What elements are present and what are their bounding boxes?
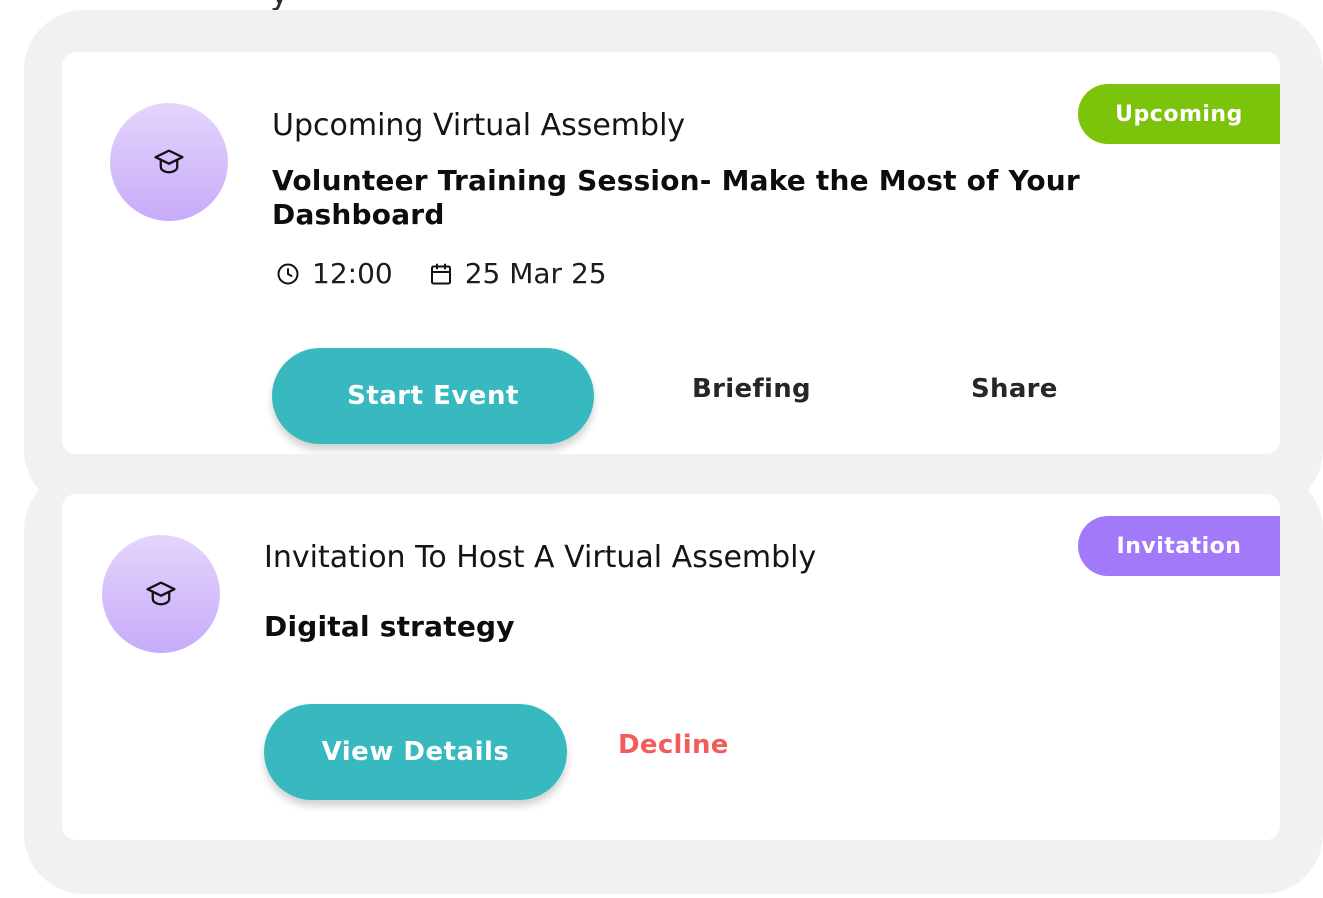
event-kind: Invitation To Host A Virtual Assembly bbox=[264, 540, 817, 575]
event-title: Digital strategy bbox=[264, 610, 515, 643]
graduation-cap-icon bbox=[146, 581, 176, 606]
decline-button[interactable]: Decline bbox=[618, 730, 729, 760]
briefing-button[interactable]: Briefing bbox=[692, 374, 811, 404]
status-badge-upcoming: Upcoming bbox=[1078, 84, 1280, 144]
event-kind: Upcoming Virtual Assembly bbox=[272, 108, 686, 143]
status-badge-invitation: Invitation bbox=[1078, 516, 1280, 576]
start-event-button[interactable]: Start Event bbox=[272, 348, 594, 444]
event-time-label: 12:00 bbox=[312, 257, 393, 290]
graduation-cap-icon bbox=[154, 149, 184, 174]
event-date: 25 Mar 25 bbox=[429, 257, 607, 290]
event-title: Volunteer Training Session- Make the Mos… bbox=[272, 164, 1080, 231]
event-card-upcoming: Upcoming Virtual Assembly Volunteer Trai… bbox=[62, 52, 1280, 454]
event-meta: 12:00 25 Mar 25 bbox=[276, 257, 607, 290]
event-avatar bbox=[102, 535, 220, 653]
event-date-label: 25 Mar 25 bbox=[464, 257, 607, 290]
view-details-button[interactable]: View Details bbox=[264, 704, 567, 800]
clock-icon bbox=[277, 263, 299, 284]
event-card-invitation: Invitation To Host A Virtual Assembly Di… bbox=[62, 494, 1280, 840]
share-button[interactable]: Share bbox=[971, 374, 1058, 404]
event-avatar bbox=[110, 103, 228, 221]
calendar-icon bbox=[430, 263, 451, 284]
event-time: 12:00 bbox=[276, 257, 393, 290]
